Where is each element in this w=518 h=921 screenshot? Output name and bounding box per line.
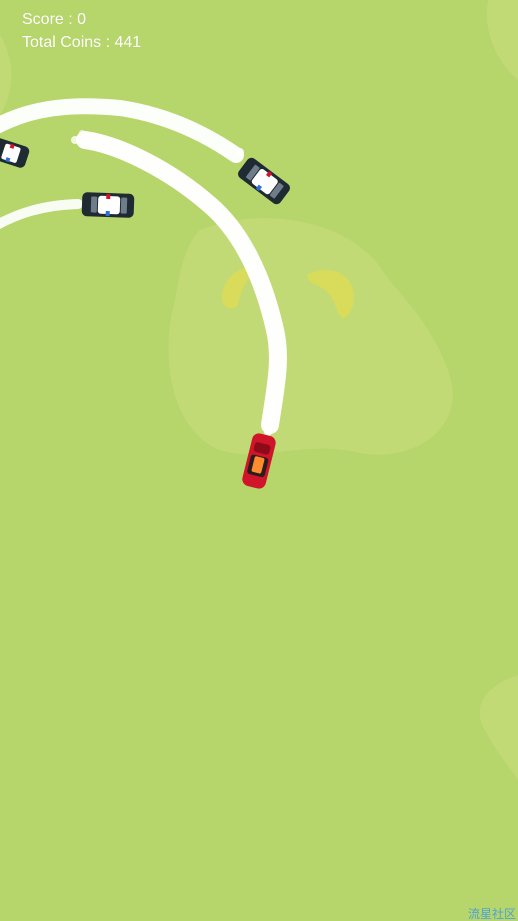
score-value: 0 xyxy=(77,11,87,28)
game-scene xyxy=(0,0,518,921)
hud: Score : 0 Total Coins : 441 xyxy=(22,8,141,54)
total-coins-separator: : xyxy=(105,34,115,51)
police-car xyxy=(81,192,135,218)
score-separator: : xyxy=(68,11,78,28)
game-stage[interactable]: Score : 0 Total Coins : 441 流星社区 xyxy=(0,0,518,921)
smoke-trail-main-fade xyxy=(264,391,274,436)
score-display: Score : 0 xyxy=(22,8,141,31)
watermark: 流星社区 xyxy=(467,907,516,921)
total-coins-display: Total Coins : 441 xyxy=(22,31,141,54)
total-coins-value: 441 xyxy=(114,34,142,51)
total-coins-label: Total Coins xyxy=(22,34,102,51)
score-label: Score xyxy=(22,11,64,28)
